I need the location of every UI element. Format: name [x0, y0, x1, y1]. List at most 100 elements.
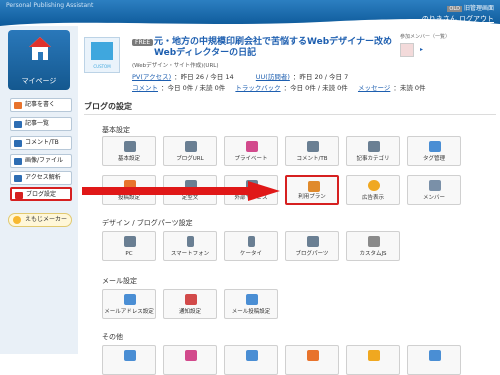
sidebar-item-label: 画像/ファイル — [25, 157, 64, 164]
tile-label: スマートフォン — [170, 251, 210, 257]
pv-value: ：昨日 26 / 今日 14 — [174, 73, 234, 81]
mail-post-icon — [246, 294, 258, 305]
tile-blog-url[interactable]: ブログURL — [163, 136, 217, 166]
tile-custom-js[interactable]: カスタムJS — [346, 231, 400, 261]
comment-link[interactable]: コメント — [132, 84, 158, 92]
lock-icon — [246, 141, 258, 152]
group-title-basic: 基本設定 — [102, 126, 130, 134]
trackback-link[interactable]: トラックバック — [235, 84, 280, 92]
tile-label: メールアドレス設定 — [104, 309, 154, 315]
group-title-mail: メール設定 — [102, 277, 137, 285]
tile-comment-tb[interactable]: コメント/TB — [285, 136, 339, 166]
emoji-maker-button[interactable]: えもじメーカー — [8, 213, 72, 227]
uu-link[interactable]: UU(訪問者) — [256, 73, 290, 81]
tile-pc[interactable]: PC — [102, 231, 156, 261]
annotation-arrow — [82, 181, 280, 201]
tile-tag-management[interactable]: タグ管理 — [407, 136, 461, 166]
sidebar-item-comment-tb[interactable]: コメント/TB — [10, 136, 72, 150]
users-icon — [429, 180, 441, 191]
other-icon-4 — [307, 350, 319, 361]
old-admin-label: 旧管理画面 — [463, 5, 494, 12]
tile-smartphone[interactable]: スマートフォン — [163, 231, 217, 261]
tile-usage-plan[interactable]: 利用プラン — [285, 175, 339, 205]
tile-label: 記事カテゴリ — [356, 156, 390, 162]
mypage-button[interactable]: マイページ — [8, 30, 70, 90]
tile-label: メンバー — [422, 195, 445, 201]
stats-row-1: PV(アクセス) ：昨日 26 / 今日 14 UU(訪問者) ：昨日 20 / 今… — [132, 71, 348, 81]
tile-label: ブログパーツ — [295, 251, 329, 257]
tile-other-1[interactable] — [102, 345, 156, 375]
sidebar-item-label: 記事一覧 — [25, 120, 50, 127]
custom-icon — [91, 42, 113, 60]
tile-mail-address[interactable]: メールアドレス設定 — [102, 289, 156, 319]
blog-settings-panel: ブログの設定 基本設定 基本設定 ブログURL プライベート コメント/TB 記… — [82, 98, 500, 375]
mail-icon — [124, 294, 136, 305]
sidebar-item-write-post[interactable]: 記事を書く — [10, 98, 72, 112]
tile-private[interactable]: プライベート — [224, 136, 278, 166]
tile-label: ケータイ — [239, 251, 262, 257]
message-link[interactable]: メッセージ — [358, 84, 390, 92]
tile-other-6[interactable] — [407, 345, 461, 375]
house-icon — [29, 37, 51, 60]
stats-row-2: コメント ：今日 0件 / 未読 0件 トラックバック ：今日 0件 / 未読 0件… — [132, 82, 426, 92]
emoji-face-icon — [13, 216, 21, 224]
blog-info-card: CUSTOM FREE 元・地方の中規模印刷会社で苦悩するWebデザイナー改めW… — [82, 31, 494, 95]
mail-notify-icon — [185, 294, 197, 305]
mypage-label: マイページ — [21, 77, 57, 85]
other-icon-5 — [368, 350, 380, 361]
group-title-design: デザイン / ブログパーツ設定 — [102, 219, 193, 227]
plan-icon — [308, 181, 320, 192]
tile-post-category[interactable]: 記事カテゴリ — [346, 136, 400, 166]
js-icon — [368, 236, 380, 247]
sidebar-item-post-list[interactable]: 記事一覧 — [10, 117, 72, 131]
tile-mail-post[interactable]: メール投稿設定 — [224, 289, 278, 319]
list-icon — [14, 121, 22, 128]
blog-title[interactable]: 元・地方の中規模印刷会社で苦悩するWebデザイナー改めWebディレクターの日記 — [154, 37, 394, 59]
old-admin-link[interactable]: OLD 旧管理画面 — [447, 3, 494, 12]
tile-label: 通知設定 — [178, 309, 201, 315]
old-tag-badge: OLD — [447, 6, 462, 12]
bar-chart-icon — [14, 175, 22, 182]
parts-icon — [307, 236, 319, 247]
sidebar-item-label: アクセス解析 — [25, 174, 61, 181]
uu-value: ：昨日 20 / 今日 7 — [292, 73, 349, 81]
group-title-other: その他 — [102, 333, 123, 341]
tag-icon — [429, 141, 441, 152]
tile-other-4[interactable] — [285, 345, 339, 375]
sidebar-item-blog-settings[interactable]: ブログ設定 — [10, 187, 72, 201]
comment-icon — [14, 140, 22, 147]
sidebar-item-image-file[interactable]: 画像/ファイル — [10, 154, 72, 168]
tile-basic-settings[interactable]: 基本設定 — [102, 136, 156, 166]
other-icon-3 — [246, 350, 258, 361]
tile-ad-display[interactable]: 広告表示 — [346, 175, 400, 205]
sidebar-item-access-analysis[interactable]: アクセス解析 — [10, 171, 72, 185]
pencil-icon — [14, 102, 22, 109]
folder-icon — [368, 141, 380, 152]
tile-mobile[interactable]: ケータイ — [224, 231, 278, 261]
other-icon-2 — [185, 350, 197, 361]
tile-notification[interactable]: 通知設定 — [163, 289, 217, 319]
member-label[interactable]: 参加メンバー（一覧） — [400, 33, 470, 40]
avatar[interactable] — [400, 43, 414, 57]
tile-other-3[interactable] — [224, 345, 278, 375]
tile-label: プライベート — [234, 156, 268, 162]
sidebar-item-label: 記事を書く — [25, 101, 56, 108]
other-icon-1 — [124, 350, 136, 361]
chevron-right-icon[interactable]: ▸ — [420, 46, 423, 53]
tile-label: メール投稿設定 — [231, 309, 271, 315]
globe-icon — [185, 141, 197, 152]
blog-thumbnail[interactable]: CUSTOM — [84, 37, 120, 73]
brand-name: Personal Publishing Assistant — [6, 2, 94, 9]
tile-other-2[interactable] — [163, 345, 217, 375]
tile-label: タグ管理 — [422, 156, 445, 162]
document-icon — [124, 141, 136, 152]
image-icon — [14, 158, 22, 165]
tile-other-5[interactable] — [346, 345, 400, 375]
blog-category[interactable]: (Webデザイン・サイト作成)(URL) — [132, 61, 219, 69]
member-area: 参加メンバー（一覧） ▸ — [400, 33, 470, 57]
tile-blog-parts[interactable]: ブログパーツ — [285, 231, 339, 261]
smartphone-icon — [187, 236, 194, 247]
tile-members[interactable]: メンバー — [407, 175, 461, 205]
sidebar-item-label: ブログ設定 — [26, 191, 57, 198]
pv-link[interactable]: PV(アクセス) — [132, 73, 171, 81]
